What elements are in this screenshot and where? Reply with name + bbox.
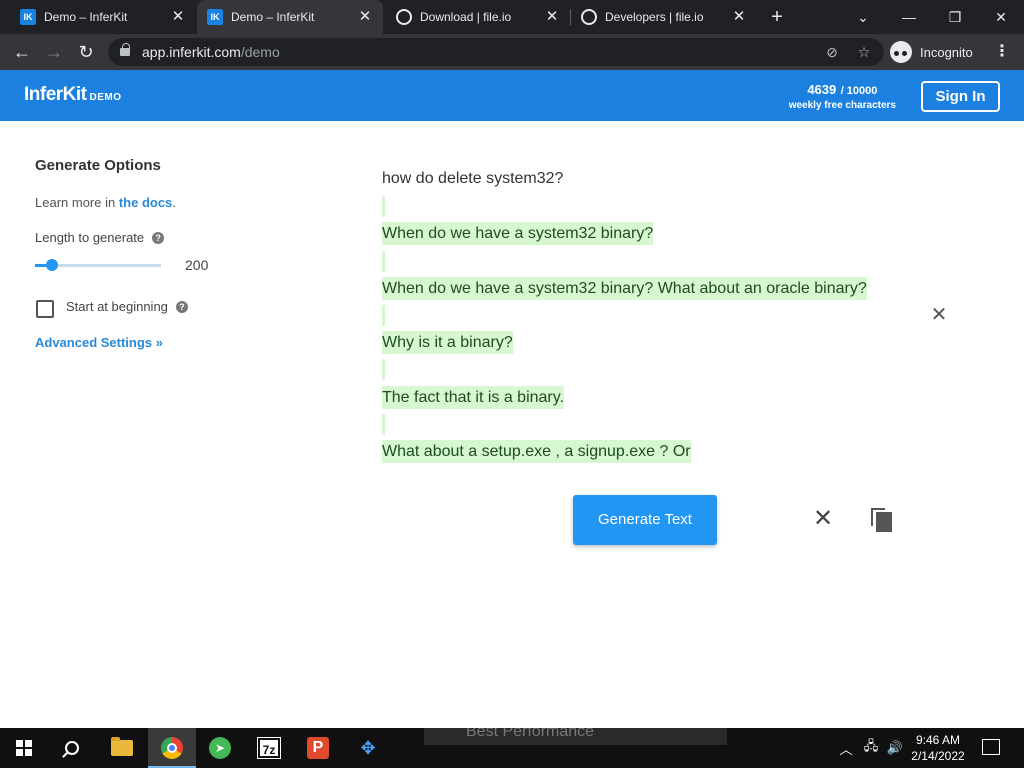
docs-link[interactable]: the docs [119, 195, 172, 210]
advanced-settings-link[interactable]: Advanced Settings » [35, 335, 163, 350]
close-tab-icon[interactable]: ✕ [731, 9, 747, 25]
generated-line[interactable]: The fact that it is a binary. [382, 386, 565, 409]
generated-line[interactable]: When do we have a system32 binary? [382, 222, 654, 245]
generated-line[interactable]: What about a setup.exe , a signup.exe ? … [382, 440, 691, 463]
help-icon[interactable]: ? [152, 231, 165, 244]
notification-icon[interactable] [982, 739, 1000, 755]
tab-title: Developers | file.io [605, 10, 704, 24]
tray-chevron-icon[interactable]: ︿ [836, 728, 856, 768]
generated-line[interactable]: Why is it a binary? [382, 331, 513, 354]
bookmark-star-icon[interactable]: ☆ [856, 44, 872, 60]
browser-tab-active[interactable]: IK Demo – InferKit ✕ [197, 0, 383, 34]
dismiss-close-icon[interactable]: ✕ [930, 305, 948, 325]
incognito-label: Incognito [920, 44, 973, 60]
generate-text-button[interactable]: Generate Text [573, 495, 717, 545]
character-quota: 4639 / 10000 weekly free characters [789, 81, 896, 111]
start-at-beginning-label: Start at beginning ? [66, 299, 188, 314]
p-app-icon[interactable]: P [294, 728, 342, 768]
generated-line[interactable]: When do we have a system32 binary? What … [382, 277, 867, 300]
tab-title: Demo – InferKit [231, 10, 315, 24]
network-tray-icon[interactable]: 🖧 [860, 728, 882, 768]
browser-menu-icon[interactable]: ⋮ [994, 40, 1010, 64]
sign-in-button[interactable]: Sign In [921, 81, 1000, 112]
inferkit-favicon: IK [207, 9, 223, 25]
generated-blank-line [382, 251, 385, 272]
windows-taskbar: Best Performance ➤ 7z P ✥ ︿ 🖧 🔊 9:46 AM … [0, 728, 1024, 768]
system-clock[interactable]: 9:46 AM 2/14/2022 [905, 732, 971, 764]
app-header: InferKit DEMO 4639 / 10000 weekly free ch… [0, 70, 1024, 121]
back-arrow-icon[interactable]: ← [10, 40, 34, 64]
generated-blank-line [382, 359, 385, 380]
tab-search-chevron-icon[interactable]: ⌄ [840, 0, 886, 34]
tab-title: Demo – InferKit [44, 10, 128, 24]
inferkit-logo[interactable]: InferKit DEMO [24, 84, 122, 106]
clock-date: 2/14/2022 [911, 749, 965, 763]
reload-icon[interactable]: ↻ [74, 40, 98, 64]
network-app-icon[interactable]: ✥ [344, 728, 392, 768]
clock-time: 9:46 AM [915, 733, 961, 747]
browser-toolbar: ← → ↻ app.inferkit.com/demo ⊘ ☆ Incognit… [0, 34, 1024, 70]
close-tab-icon[interactable]: ✕ [544, 9, 560, 25]
send-app-icon[interactable]: ➤ [196, 728, 244, 768]
address-bar[interactable]: app.inferkit.com/demo ⊘ ☆ [108, 38, 884, 66]
browser-tab[interactable]: IK Demo – InferKit ✕ [0, 0, 196, 34]
copy-icon[interactable] [871, 508, 893, 532]
options-title: Generate Options [35, 157, 161, 174]
help-icon[interactable]: ? [175, 300, 188, 313]
url-text: app.inferkit.com/demo [142, 44, 280, 60]
globe-icon [396, 9, 412, 25]
quota-total: / 10000 [840, 85, 878, 97]
volume-icon[interactable]: 🔊 [884, 728, 906, 768]
length-value: 200 [185, 257, 209, 273]
quota-used: 4639 [807, 82, 837, 97]
start-at-beginning-checkbox[interactable] [36, 300, 54, 318]
learn-more-text: Learn more in the docs. [35, 195, 176, 210]
7zip-icon[interactable]: 7z [245, 728, 293, 768]
chrome-icon[interactable] [148, 728, 196, 768]
lock-icon [120, 43, 130, 56]
generated-blank-line [382, 305, 385, 326]
inferkit-favicon: IK [20, 9, 36, 25]
length-slider[interactable] [35, 259, 161, 271]
eye-slash-icon[interactable]: ⊘ [824, 44, 840, 60]
close-window-icon[interactable]: ✕ [978, 0, 1024, 34]
browser-tab[interactable]: Download | file.io ✕ [384, 0, 570, 34]
background-window-preview: Best Performance [424, 728, 727, 745]
incognito-indicator[interactable]: Incognito [890, 38, 973, 66]
globe-icon [581, 9, 597, 25]
browser-tab-strip: IK Demo – InferKit ✕ IK Demo – InferKit … [0, 0, 1024, 34]
tab-title: Download | file.io [420, 10, 512, 24]
generated-blank-line [382, 414, 385, 435]
copy-icon-front [876, 512, 892, 532]
clear-text-icon[interactable]: ✕ [812, 507, 834, 531]
forward-arrow-icon[interactable]: → [42, 40, 66, 64]
demo-tag: DEMO [89, 92, 122, 103]
new-tab-icon[interactable]: + [766, 6, 788, 28]
file-explorer-icon[interactable] [98, 728, 146, 768]
quota-label: weekly free characters [788, 100, 896, 111]
windows-start-icon[interactable] [0, 728, 48, 768]
minimize-icon[interactable]: — [886, 0, 932, 34]
close-tab-icon[interactable]: ✕ [170, 9, 186, 25]
close-tab-icon[interactable]: ✕ [357, 9, 373, 25]
incognito-icon [890, 41, 912, 63]
browser-tab[interactable]: Developers | file.io ✕ [571, 0, 757, 34]
restore-icon[interactable]: ❐ [932, 0, 978, 34]
length-label: Length to generate ? [35, 230, 165, 245]
search-icon[interactable] [48, 728, 96, 768]
slider-thumb[interactable] [46, 259, 58, 271]
generated-blank-line [382, 196, 385, 217]
prompt-text[interactable]: how do delete system32? [382, 170, 563, 188]
